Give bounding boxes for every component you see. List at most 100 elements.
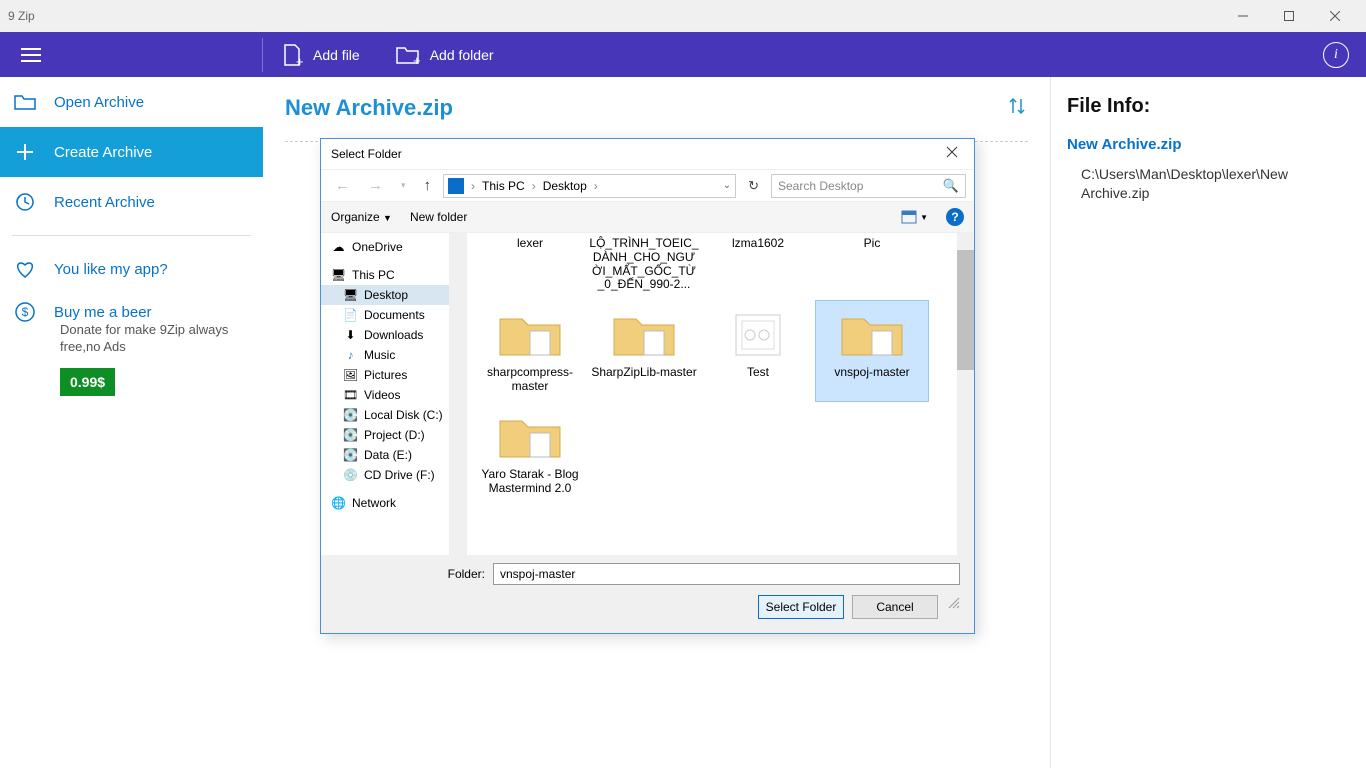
folder-icon [494,304,566,362]
drive-icon: 💽 [343,448,358,462]
chevron-down-icon: ▼ [920,213,928,222]
dialog-footer: Folder: Select Folder Cancel [321,555,974,633]
music-icon: ♪ [343,348,358,362]
svg-text:+: + [296,54,303,66]
tree-downloads[interactable]: ⬇Downloads [321,325,466,345]
sidebar-item-create[interactable]: Create Archive [0,127,263,177]
drive-icon: 💽 [343,428,358,442]
sort-icon [1006,95,1028,117]
organize-button[interactable]: Organize ▼ [331,210,392,224]
dollar-icon: $ [14,301,36,323]
nav-recent-dropdown[interactable]: ▾ [395,180,412,191]
pc-icon: 🖥 [331,268,346,282]
folder-item-pic[interactable]: Pic [815,237,929,300]
cancel-button[interactable]: Cancel [852,595,938,619]
view-icon [901,210,917,224]
search-input[interactable]: Search Desktop 🔍 [771,174,966,198]
nav-back-button[interactable]: ← [329,177,356,194]
folder-item-test[interactable]: Test [701,300,815,402]
tree-documents[interactable]: 📄Documents [321,305,466,325]
folder-plus-icon: + [396,45,420,65]
dialog-close-button[interactable] [940,145,964,163]
open-archive-icon [14,91,36,113]
maximize-button[interactable] [1266,0,1312,32]
info-button[interactable]: i [1316,35,1356,75]
sidebar-open-label: Open Archive [54,94,144,111]
tree-datae[interactable]: 💽Data (E:) [321,445,466,465]
view-mode-button[interactable]: ▼ [901,210,928,224]
file-info-path: C:\Users\Man\Desktop\lexer\New Archive.z… [1067,165,1350,203]
window-title: 9 Zip [8,9,35,23]
sidebar-beer-label: Buy me a beer [54,304,152,321]
folder-name-input[interactable] [493,563,960,585]
svg-text:+: + [413,53,420,65]
recent-icon [14,191,36,213]
folder-item-yaro[interactable]: Yaro Starak - Blog Mastermind 2.0 [473,402,587,504]
breadcrumb[interactable]: › This PC › Desktop › ⌄ [443,174,736,198]
folder-item-vnspoj[interactable]: vnspoj-master [815,300,929,402]
close-button[interactable] [1312,0,1358,32]
sidebar-item-recent[interactable]: Recent Archive [0,177,263,227]
help-button[interactable]: ? [946,208,964,226]
chevron-right-icon: › [468,179,478,193]
tree-cdf[interactable]: 💿CD Drive (F:) [321,465,466,485]
add-folder-label: Add folder [430,47,494,63]
sidebar-create-label: Create Archive [54,144,152,161]
nav-forward-button[interactable]: → [362,177,389,194]
tree-pictures[interactable]: 🖼Pictures [321,365,466,385]
sidebar-item-like[interactable]: You like my app? [0,244,263,294]
tree-localc[interactable]: 💽Local Disk (C:) [321,405,466,425]
tree-onedrive[interactable]: ☁OneDrive [321,237,466,257]
folder-item-sharp[interactable]: sharpcompress-master [473,300,587,402]
onedrive-icon: ☁ [331,240,346,254]
add-file-button[interactable]: + Add file [263,32,378,77]
tree-music[interactable]: ♪Music [321,345,466,365]
new-folder-button[interactable]: New folder [410,210,467,224]
tree-projectd[interactable]: 💽Project (D:) [321,425,466,445]
folder-item-sharpzip[interactable]: SharpZipLib-master [587,300,701,402]
add-folder-button[interactable]: + Add folder [378,32,512,77]
create-archive-icon [14,141,36,163]
pictures-icon: 🖼 [343,368,358,382]
minimize-button[interactable] [1220,0,1266,32]
breadcrumb-root[interactable]: This PC [482,179,525,193]
sidebar-divider [12,235,251,236]
folder-icon [722,304,794,362]
nav-up-button[interactable]: ↑ [418,177,438,194]
folder-tree: ☁OneDrive 🖥This PC 🖥Desktop 📄Documents ⬇… [321,233,467,555]
file-plus-icon: + [281,44,303,66]
folder-input-label: Folder: [335,567,485,581]
tree-thispc[interactable]: 🖥This PC [321,265,466,285]
cd-icon: 💿 [343,468,358,482]
sidebar-recent-label: Recent Archive [54,194,155,211]
tree-scrollbar[interactable] [449,233,466,555]
file-list: lexer LỘ_TRÌNH_TOEIC_DÀNH_CHO_NGƯỜI_MẤT_… [467,233,974,555]
svg-text:$: $ [22,305,29,319]
resize-grip[interactable] [946,595,960,609]
dialog-toolbar: Organize ▼ New folder ▼ ? [321,201,974,233]
dialog-body: ☁OneDrive 🖥This PC 🖥Desktop 📄Documents ⬇… [321,233,974,555]
sort-button[interactable] [1006,95,1028,123]
folder-item-toeic[interactable]: LỘ_TRÌNH_TOEIC_DÀNH_CHO_NGƯỜI_MẤT_GỐC_TỪ… [587,237,701,300]
documents-icon: 📄 [343,308,358,322]
hamburger-icon[interactable] [0,32,62,77]
file-info-panel: File Info: New Archive.zip C:\Users\Man\… [1050,77,1366,768]
select-folder-button[interactable]: Select Folder [758,595,844,619]
sidebar-item-open[interactable]: Open Archive [0,77,263,127]
price-badge[interactable]: 0.99$ [60,368,115,396]
folder-item-lexer[interactable]: lexer [473,237,587,300]
tree-network[interactable]: 🌐Network [321,493,466,513]
videos-icon: 🎞 [343,388,358,402]
window-controls [1220,0,1358,32]
chevron-down-icon: ▼ [383,213,392,223]
tree-desktop[interactable]: 🖥Desktop [321,285,466,305]
breadcrumb-dropdown[interactable]: ⌄ [723,180,731,191]
tree-videos[interactable]: 🎞Videos [321,385,466,405]
files-scrollbar[interactable] [957,233,974,555]
folder-icon [836,304,908,362]
sidebar-like-label: You like my app? [54,261,168,278]
breadcrumb-current[interactable]: Desktop [543,179,587,193]
refresh-button[interactable]: ↻ [742,178,765,194]
folder-item-lzma[interactable]: lzma1602 [701,237,815,300]
add-file-label: Add file [313,47,360,63]
